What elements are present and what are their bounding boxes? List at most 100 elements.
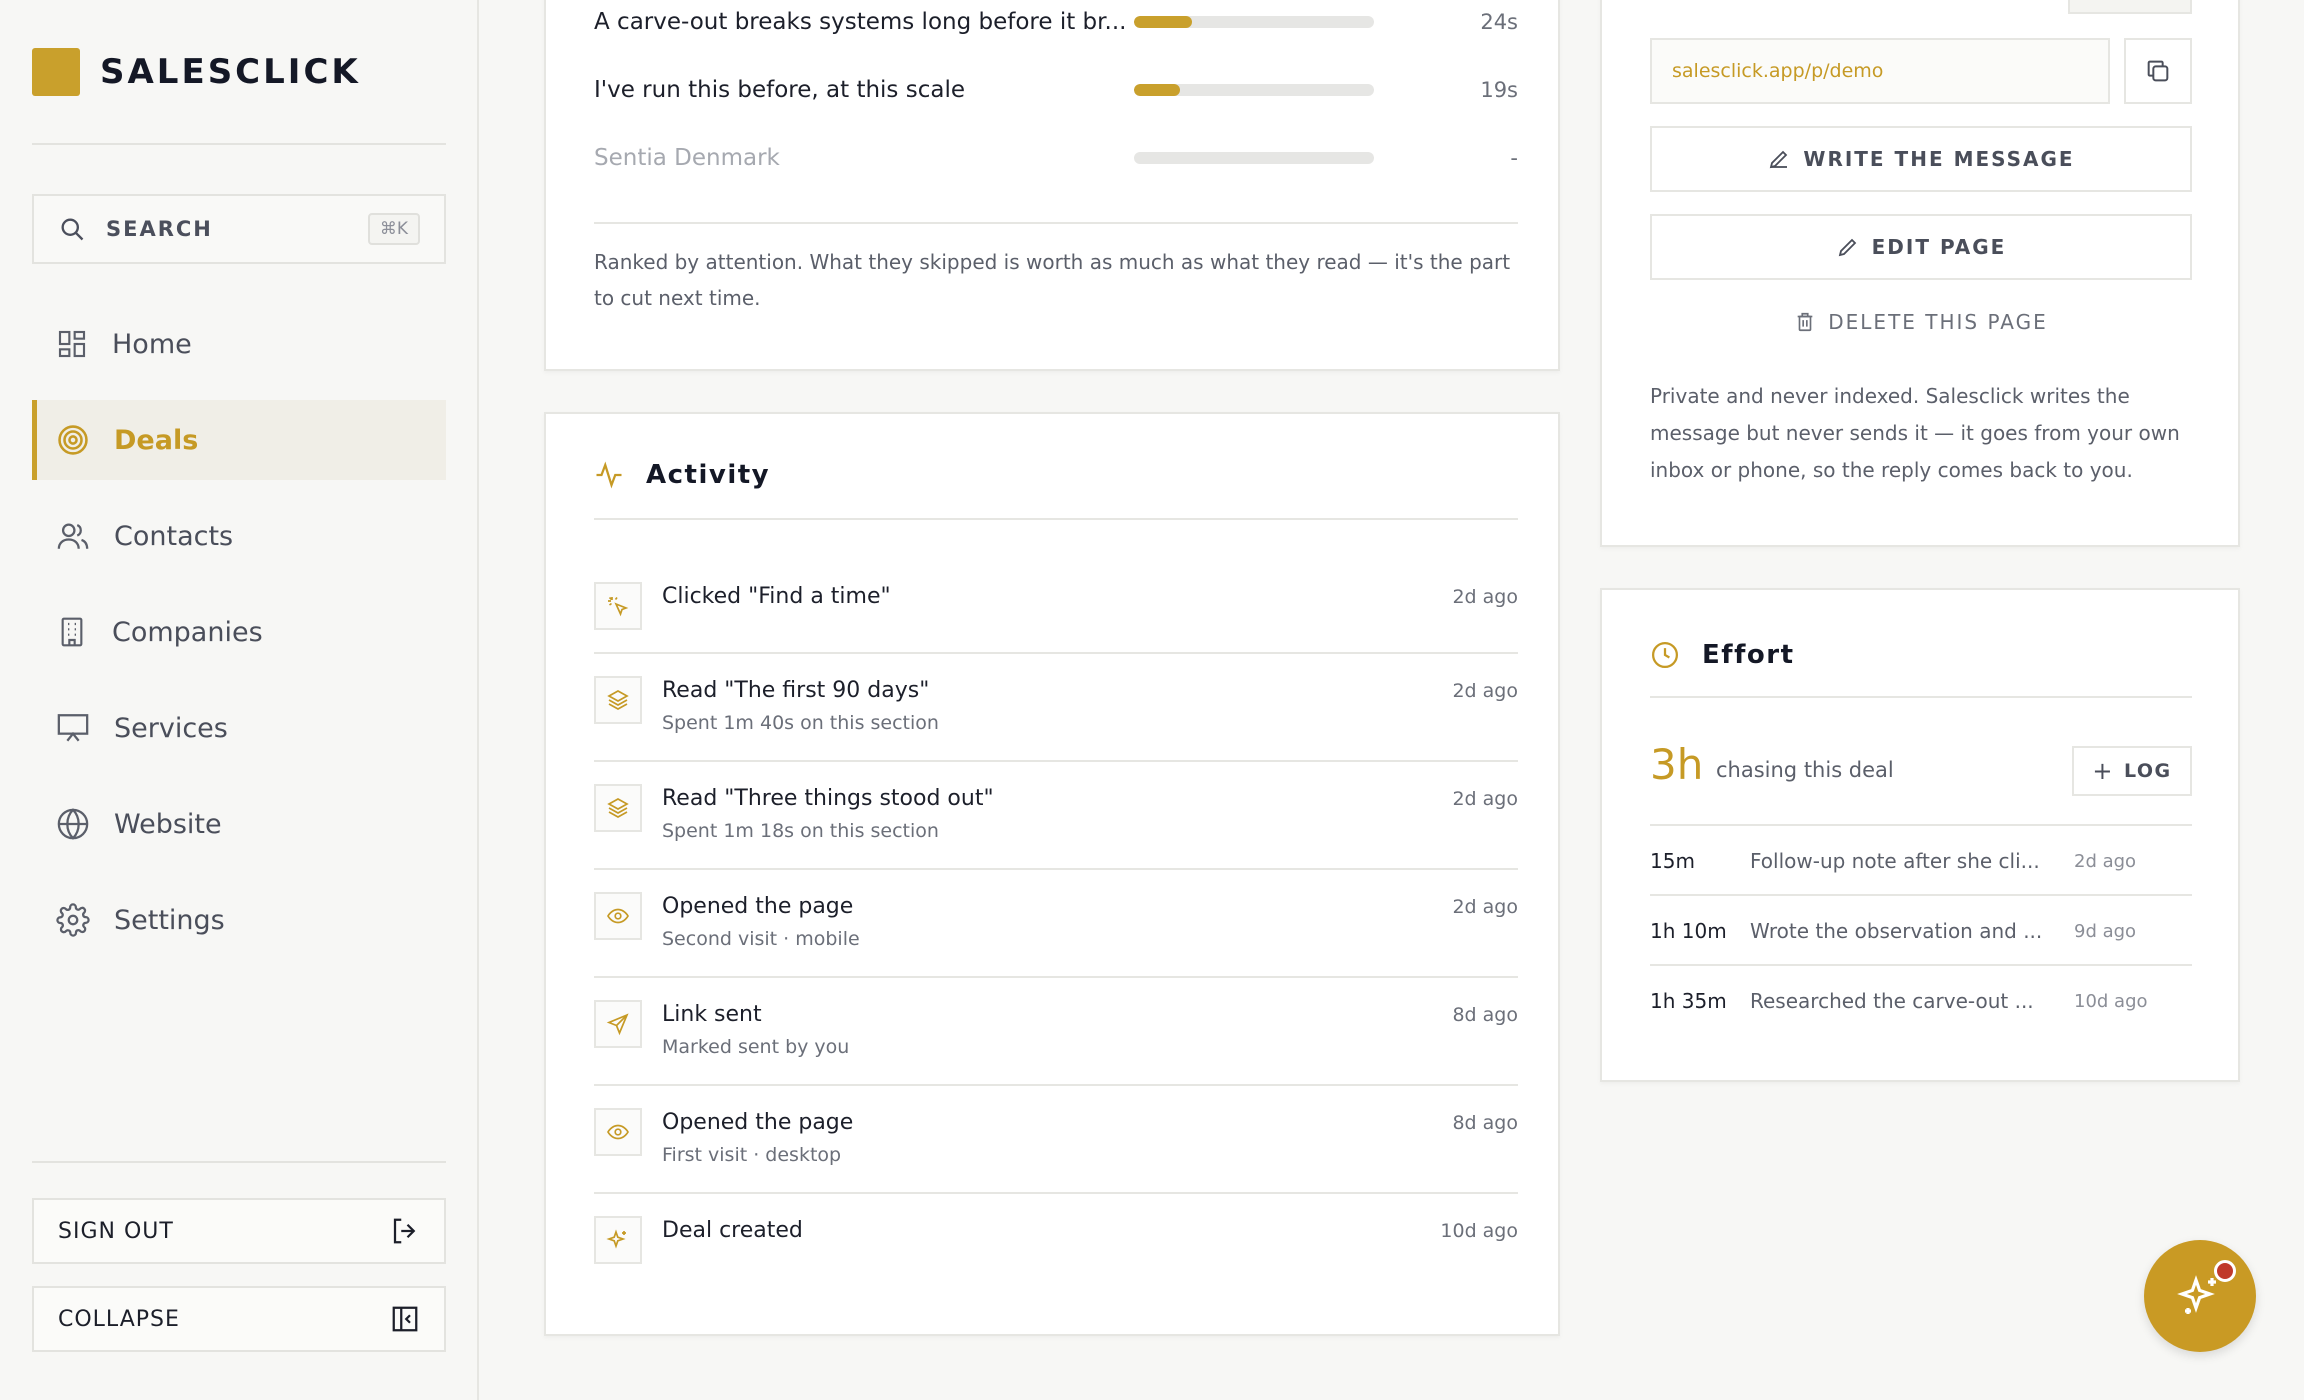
activity-item-time: 2d ago (1452, 680, 1518, 702)
attention-label: I've run this before, at this scale (594, 77, 965, 103)
activity-item-subtitle: Marked sent by you (662, 1036, 850, 1058)
brand[interactable]: SALESCLICK (32, 48, 361, 96)
main-nav: Home Deals Contacts Companies Services W… (32, 304, 446, 976)
divider (594, 518, 1518, 520)
nav-item-home[interactable]: Home (32, 304, 446, 384)
activity-item-title: Opened the page (662, 894, 854, 919)
attention-time: 24s (1480, 10, 1518, 34)
nav-item-deals[interactable]: Deals (32, 400, 446, 480)
nav-item-companies[interactable]: Companies (32, 592, 446, 672)
divider (1650, 696, 2192, 698)
activity-item-title: Opened the page (662, 1110, 854, 1135)
assistant-button[interactable] (2144, 1240, 2256, 1352)
attention-bar (1134, 16, 1374, 28)
activity-item-subtitle: Spent 1m 40s on this section (662, 712, 939, 734)
nav-label: Website (114, 808, 222, 840)
activity-item-time: 10d ago (1440, 1220, 1518, 1242)
attention-time: 19s (1480, 78, 1518, 102)
brand-name: SALESCLICK (100, 52, 361, 92)
effort-entry[interactable]: 1h 10m Wrote the observation and ... 9d … (1650, 896, 2192, 966)
sidebar: SALESCLICK SEARCH ⌘K Home Deals Contacts (0, 0, 479, 1400)
gear-icon (56, 903, 90, 937)
nav-label: Deals (114, 424, 199, 456)
dashboard-icon (56, 328, 88, 360)
pencil-icon (1836, 235, 1860, 259)
activity-item-title: Link sent (662, 1002, 762, 1027)
nav-item-services[interactable]: Services (32, 688, 446, 768)
layers-icon (594, 676, 642, 724)
nav-item-settings[interactable]: Settings (32, 880, 446, 960)
share-url-field[interactable]: salesclick.app/p/demo (1650, 38, 2110, 104)
collapse-sidebar-icon (390, 1304, 420, 1334)
edit-page-button[interactable]: EDIT PAGE (1650, 214, 2192, 280)
sign-out-button[interactable]: SIGN OUT (32, 1198, 446, 1264)
attention-row: I've run this before, at this scale 19s (594, 70, 1518, 110)
nav-item-contacts[interactable]: Contacts (32, 496, 446, 576)
delete-page-button[interactable]: DELETE THIS PAGE (1650, 302, 2192, 342)
notification-dot (2214, 1260, 2236, 1282)
clock-icon (1650, 640, 1680, 670)
share-card: salesclick.app/p/demo WRITE THE MESSAGE … (1600, 0, 2240, 547)
effort-entry[interactable]: 15m Follow-up note after she cli... 2d a… (1650, 826, 2192, 896)
target-icon (56, 423, 90, 457)
effort-duration: 1h 10m (1650, 919, 1727, 943)
activity-item-subtitle: Spent 1m 18s on this section (662, 820, 939, 842)
activity-item-time: 8d ago (1452, 1004, 1518, 1026)
effort-title: Effort (1702, 640, 1795, 670)
collapse-button[interactable]: COLLAPSE (32, 1286, 446, 1352)
eye-icon (594, 892, 642, 940)
attention-card: A carve-out breaks systems long before i… (544, 0, 1560, 371)
log-label: LOG (2123, 760, 2172, 782)
effort-when: 2d ago (2074, 850, 2137, 872)
plus-icon: + (2092, 757, 2114, 785)
search-icon (58, 215, 86, 243)
effort-description: Wrote the observation and ... (1750, 919, 2043, 943)
effort-entry[interactable]: 1h 35m Researched the carve-out ... 10d … (1650, 966, 2192, 1036)
activity-item-title: Deal created (662, 1218, 803, 1243)
activity-item-time: 2d ago (1452, 788, 1518, 810)
activity-item-time: 8d ago (1452, 1112, 1518, 1134)
nav-label: Services (114, 712, 228, 744)
search-button[interactable]: SEARCH ⌘K (32, 194, 446, 264)
delete-page-label: DELETE THIS PAGE (1828, 310, 2048, 334)
divider (594, 222, 1518, 224)
attention-bar (1134, 152, 1374, 164)
attention-bar (1134, 84, 1374, 96)
brand-logo (32, 48, 80, 96)
attention-bar-fill (1134, 84, 1180, 96)
activity-pulse-icon (594, 460, 624, 490)
send-icon (594, 1000, 642, 1048)
copy-icon (2144, 57, 2172, 85)
effort-header: Effort (1650, 640, 1795, 670)
activity-item-subtitle: Second visit · mobile (662, 928, 860, 950)
activity-title: Activity (646, 460, 771, 490)
effort-total: 3h (1650, 740, 1704, 789)
scrolled-button[interactable] (2068, 0, 2192, 14)
nav-label: Home (112, 328, 192, 360)
search-shortcut: ⌘K (367, 213, 420, 245)
divider (594, 760, 1518, 762)
copy-link-button[interactable] (2124, 38, 2192, 104)
attention-bar-fill (1134, 16, 1192, 28)
activity-item-title: Clicked "Find a time" (662, 584, 891, 609)
attention-row: Sentia Denmark - (594, 138, 1518, 178)
activity-item-time: 2d ago (1452, 896, 1518, 918)
logout-icon (390, 1216, 420, 1246)
users-icon (56, 519, 90, 553)
effort-card: Effort 3h chasing this deal + LOG 15m Fo… (1600, 588, 2240, 1082)
attention-label: Sentia Denmark (594, 145, 780, 171)
collapse-label: COLLAPSE (58, 1306, 180, 1332)
sidebar-divider (32, 143, 446, 145)
activity-card: Activity Clicked "Find a time" 2d ago Re… (544, 412, 1560, 1336)
nav-label: Settings (114, 904, 225, 936)
nav-label: Companies (112, 616, 263, 648)
attention-row: A carve-out breaks systems long before i… (594, 2, 1518, 42)
log-time-button[interactable]: + LOG (2072, 746, 2192, 796)
share-url: salesclick.app/p/demo (1672, 60, 1884, 82)
nav-item-website[interactable]: Website (32, 784, 446, 864)
edit-page-label: EDIT PAGE (1871, 235, 2007, 259)
divider (594, 868, 1518, 870)
write-message-button[interactable]: WRITE THE MESSAGE (1650, 126, 2192, 192)
activity-header: Activity (594, 460, 770, 490)
trash-icon (1794, 311, 1816, 333)
